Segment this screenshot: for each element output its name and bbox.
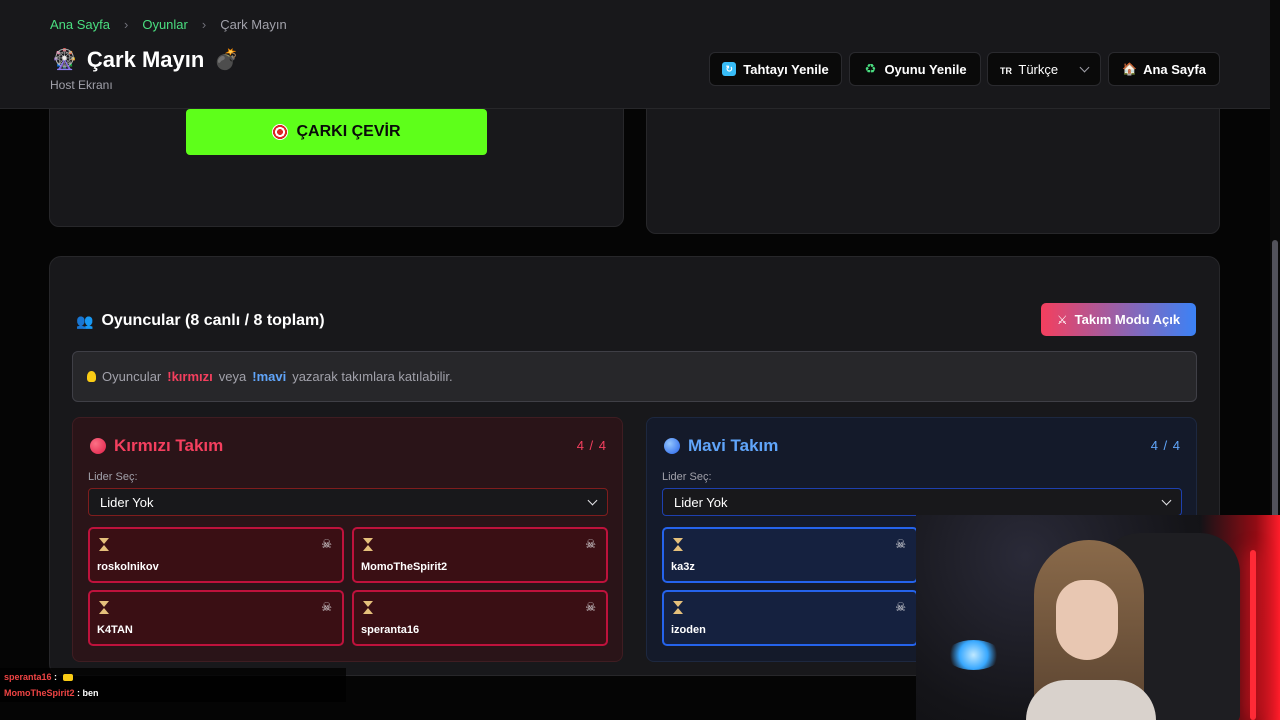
team-join-hint: Oyuncular !kırmızı veya !mavi yazarak ta…: [72, 351, 1197, 402]
blue-team-name: Mavi Takım: [688, 436, 779, 455]
blue-leader-value: Lider Yok: [674, 494, 728, 510]
breadcrumb-games-link[interactable]: Oyunlar: [142, 17, 188, 32]
players-title: Oyuncular (8 canlı / 8 toplam): [101, 312, 325, 329]
hourglass-icon: [99, 538, 109, 551]
players-heading: 👥 Oyuncular (8 canlı / 8 toplam): [76, 312, 325, 330]
lightbulb-icon: [87, 371, 96, 382]
chat-username: speranta16: [4, 672, 52, 682]
refresh-board-label: Tahtayı Yenile: [743, 61, 829, 77]
player-name: speranta16: [361, 624, 420, 636]
refresh-icon: ↻: [722, 62, 737, 76]
chevron-right-icon: ›: [201, 17, 207, 32]
restart-game-label: Oyunu Yenile: [884, 61, 967, 77]
blue-team-heading: Mavi Takım: [664, 436, 778, 456]
recycle-icon: ♻: [864, 61, 877, 76]
scrollbar-thumb[interactable]: [1272, 240, 1278, 540]
house-icon: 🏠: [1122, 62, 1138, 76]
player-card[interactable]: ☠ K4TAN: [88, 590, 344, 646]
hint-prefix: Oyuncular: [102, 369, 162, 384]
chat-overlay: speranta16 : MomoTheSpirit2 : ben: [0, 668, 346, 702]
red-led-strip: [1250, 550, 1256, 720]
spin-wheel-button[interactable]: ÇARKI ÇEVİR: [186, 109, 487, 155]
chat-message: MomoTheSpirit2 : ben: [4, 688, 99, 698]
app-page: ÇARKI ÇEVİR Ana Sayfa › Oyunlar › Çark M…: [0, 0, 1280, 720]
player-name: roskolnikov: [97, 561, 159, 573]
red-team-name: Kırmızı Takım: [114, 436, 224, 455]
page-title-row: 🎡 Çark Mayın 💣: [52, 47, 239, 73]
skull-crossbones-icon[interactable]: ☠: [895, 538, 906, 550]
header-bar: Ana Sayfa › Oyunlar › Çark Mayın 🎡 Çark …: [0, 0, 1270, 109]
chevron-right-icon: ›: [124, 17, 129, 32]
skull-crossbones-icon[interactable]: ☠: [585, 538, 596, 550]
breadcrumb-home-link[interactable]: Ana Sayfa: [50, 17, 110, 32]
player-card[interactable]: ☠ roskolnikov: [88, 527, 344, 583]
users-icon: 👥: [76, 312, 94, 329]
player-card[interactable]: ☠ speranta16: [352, 590, 608, 646]
chat-text: ben: [82, 688, 99, 698]
hint-suffix: yazarak takımlara katılabilir.: [292, 369, 453, 384]
skull-crossbones-icon[interactable]: ☠: [895, 601, 906, 613]
red-leader-value: Lider Yok: [100, 494, 154, 510]
chat-message: speranta16 :: [4, 672, 73, 682]
chat-separator: :: [74, 688, 83, 698]
hourglass-icon: [99, 601, 109, 614]
red-leader-select[interactable]: Lider Yok: [88, 488, 608, 516]
crossed-swords-icon: ⚔: [1056, 312, 1068, 327]
breadcrumb: Ana Sayfa › Oyunlar › Çark Mayın: [50, 17, 287, 32]
hourglass-icon: [363, 538, 373, 551]
player-name: ka3z: [671, 561, 695, 573]
language-label: Türkçe: [1018, 61, 1059, 77]
webcam-overlay: [916, 515, 1280, 720]
team-mode-label: Takım Modu Açık: [1074, 312, 1181, 327]
home-label: Ana Sayfa: [1143, 61, 1206, 77]
player-name: K4TAN: [97, 624, 133, 636]
chevron-down-icon: [587, 495, 598, 505]
player-card[interactable]: ☠ izoden: [662, 590, 918, 646]
language-value: TR Türkçe: [1000, 62, 1058, 77]
ferris-wheel-icon: 🎡: [52, 49, 77, 71]
blue-team-count: 4 / 4: [1150, 438, 1181, 453]
skull-crossbones-icon[interactable]: ☠: [585, 601, 596, 613]
blue-leader-select[interactable]: Lider Yok: [662, 488, 1182, 516]
hourglass-icon: [363, 601, 373, 614]
skull-crossbones-icon[interactable]: ☠: [321, 538, 332, 550]
flag-icon: TR: [1000, 65, 1012, 76]
red-team-heading: Kırmızı Takım: [90, 436, 223, 456]
spin-wheel-label: ÇARKI ÇEVİR: [296, 123, 401, 140]
player-name: izoden: [671, 624, 706, 636]
emote-icon: [62, 674, 73, 682]
red-team-panel: Kırmızı Takım 4 / 4 Lider Seç: Lider Yok…: [72, 417, 623, 662]
blue-leader-label: Lider Seç:: [662, 471, 712, 483]
home-button[interactable]: 🏠 Ana Sayfa: [1108, 52, 1220, 86]
chat-separator: :: [51, 672, 60, 682]
red-team-count: 4 / 4: [576, 438, 607, 453]
hint-mid: veya: [218, 369, 247, 384]
chevron-down-icon: [1079, 62, 1090, 72]
blue-circle-icon: [664, 438, 680, 454]
blue-lamp: [946, 640, 1001, 670]
restart-game-button[interactable]: ♻ Oyunu Yenile: [849, 52, 981, 86]
hint-blue-command: !mavi: [252, 369, 287, 384]
streamer-face: [1056, 580, 1118, 660]
player-card[interactable]: ☠ MomoTheSpirit2: [352, 527, 608, 583]
streamer-shirt: [1026, 680, 1156, 720]
team-mode-button[interactable]: ⚔ Takım Modu Açık: [1041, 303, 1196, 336]
chevron-down-icon: [1161, 495, 1172, 505]
bomb-icon: 💣: [214, 49, 240, 71]
red-leader-label: Lider Seç:: [88, 471, 138, 483]
hourglass-icon: [673, 601, 683, 614]
refresh-board-button[interactable]: ↻ Tahtayı Yenile: [709, 52, 842, 86]
hint-red-command: !kırmızı: [167, 369, 213, 384]
breadcrumb-current: Çark Mayın: [220, 17, 287, 32]
language-select[interactable]: TR Türkçe: [987, 52, 1101, 86]
player-card[interactable]: ☠ ka3z: [662, 527, 918, 583]
page-title: Çark Mayın: [86, 47, 205, 72]
page-subtitle: Host Ekranı: [50, 78, 113, 92]
hourglass-icon: [673, 538, 683, 551]
chat-username: MomoTheSpirit2: [4, 688, 75, 698]
red-circle-icon: [90, 438, 106, 454]
target-icon: [272, 124, 289, 140]
skull-crossbones-icon[interactable]: ☠: [321, 601, 332, 613]
player-name: MomoTheSpirit2: [361, 561, 448, 573]
